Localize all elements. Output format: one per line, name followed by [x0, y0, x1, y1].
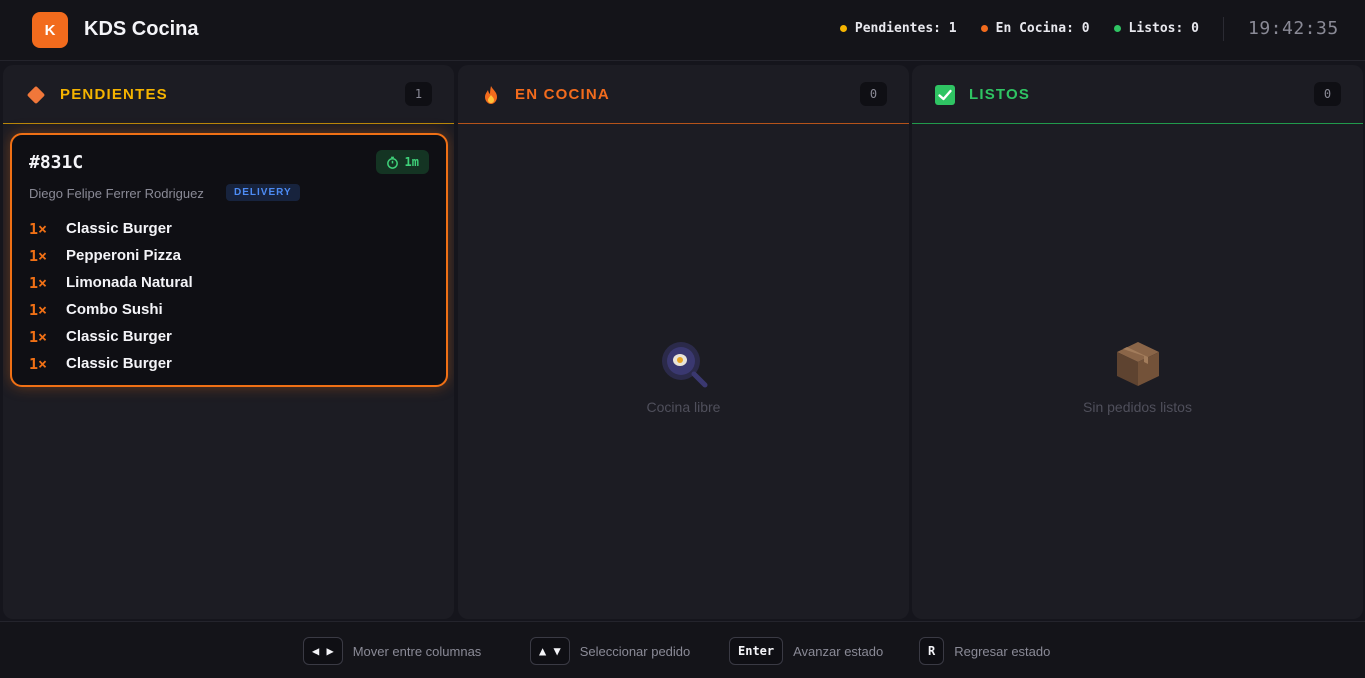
order-item: 1× Pepperoni Pizza	[29, 242, 429, 269]
logo-letter: K	[44, 21, 56, 39]
order-id: #831C	[29, 152, 84, 173]
fire-icon	[485, 86, 497, 104]
hint-label: Avanzar estado	[793, 643, 884, 659]
app-logo: K	[32, 12, 68, 48]
keyboard-shortcuts-bar: ◀ ▶ Mover entre columnas ▲ ▼ Seleccionar…	[0, 621, 1365, 678]
elapsed-time-badge: 1m	[375, 150, 429, 174]
stat-label: Pendientes: 1	[854, 21, 957, 36]
order-type-badge: DELIVERY	[226, 184, 300, 201]
column-count-badge: 0	[1314, 82, 1341, 106]
stat-pendientes: Pendientes: 1	[839, 21, 957, 36]
stat-label: En Cocina: 0	[995, 21, 1090, 36]
status-summary: Pendientes: 1 En Cocina: 0 Listos: 0	[839, 21, 1199, 36]
column-count-badge: 1	[405, 82, 432, 106]
enter-key: Enter	[729, 637, 784, 665]
column-count-badge: 0	[860, 82, 887, 106]
column-listos[interactable]: LISTOS 0 Sin pedidos listos	[912, 65, 1363, 619]
divider	[1223, 17, 1224, 41]
column-title: EN COCINA	[515, 86, 610, 103]
hint-select-order: ▲ ▼ Seleccionar pedido	[530, 637, 690, 665]
order-item: 1× Classic Burger	[29, 215, 429, 242]
clock: 19:42:35	[1248, 18, 1339, 39]
item-name: Classic Burger	[66, 220, 172, 237]
hint-move-columns: ◀ ▶ Mover entre columnas	[303, 637, 481, 665]
column-header: PENDIENTES 1	[3, 65, 454, 124]
empty-state: Sin pedidos listos	[912, 337, 1363, 415]
status-dot-icon	[839, 25, 847, 32]
item-quantity: 1×	[29, 273, 48, 292]
hint-label: Seleccionar pedido	[579, 643, 691, 659]
item-quantity: 1×	[29, 300, 48, 319]
item-quantity: 1×	[29, 219, 48, 238]
hint-revert-state: R Regresar estado	[919, 637, 1050, 665]
empty-state: Cocina libre	[458, 337, 909, 415]
checkbox-icon	[935, 85, 955, 105]
item-quantity: 1×	[29, 354, 48, 373]
column-pendientes[interactable]: PENDIENTES 1 #831C 1m Diego Felipe Ferre…	[3, 65, 454, 619]
diamond-icon	[27, 86, 45, 104]
stat-listos: Listos: 0	[1113, 21, 1199, 36]
empty-state-text: Sin pedidos listos	[1083, 399, 1192, 415]
frying-pan-icon	[661, 342, 707, 388]
item-name: Combo Sushi	[66, 301, 163, 318]
stat-label: Listos: 0	[1128, 21, 1199, 36]
left-right-arrows-key: ◀ ▶	[303, 637, 343, 665]
column-title: LISTOS	[969, 86, 1031, 103]
item-name: Pepperoni Pizza	[66, 247, 182, 264]
order-item: 1× Classic Burger	[29, 323, 429, 350]
order-item: 1× Limonada Natural	[29, 269, 429, 296]
item-name: Classic Burger	[66, 355, 172, 372]
package-icon	[1116, 342, 1159, 386]
r-key: R	[919, 637, 945, 665]
item-name: Limonada Natural	[66, 274, 193, 291]
order-items: 1× Classic Burger 1× Pepperoni Pizza 1× …	[29, 215, 429, 377]
customer-name: Diego Felipe Ferrer Rodriguez	[29, 186, 204, 201]
hint-advance-state: Enter Avanzar estado	[729, 637, 883, 665]
order-item: 1× Combo Sushi	[29, 296, 429, 323]
hint-label: Mover entre columnas	[352, 643, 482, 659]
empty-state-text: Cocina libre	[646, 399, 721, 415]
column-en-cocina[interactable]: EN COCINA 0 Cocina libre	[458, 65, 909, 619]
up-down-arrows-key: ▲ ▼	[530, 637, 570, 665]
stopwatch-icon	[386, 156, 398, 169]
status-dot-icon	[980, 25, 988, 32]
column-title: PENDIENTES	[60, 86, 168, 103]
column-header: EN COCINA 0	[458, 65, 909, 124]
app-title: KDS Cocina	[84, 18, 199, 40]
hint-label: Regresar estado	[954, 643, 1051, 659]
top-bar: K KDS Cocina Pendientes: 1 En Cocina: 0 …	[0, 0, 1365, 61]
item-quantity: 1×	[29, 246, 48, 265]
column-header: LISTOS 0	[912, 65, 1363, 124]
item-quantity: 1×	[29, 327, 48, 346]
stat-en-cocina: En Cocina: 0	[980, 21, 1090, 36]
status-dot-icon	[1113, 25, 1121, 32]
item-name: Classic Burger	[66, 328, 172, 345]
order-item: 1× Classic Burger	[29, 350, 429, 377]
elapsed-time: 1m	[404, 155, 419, 169]
order-card[interactable]: #831C 1m Diego Felipe Ferrer Rodriguez D…	[10, 133, 448, 387]
